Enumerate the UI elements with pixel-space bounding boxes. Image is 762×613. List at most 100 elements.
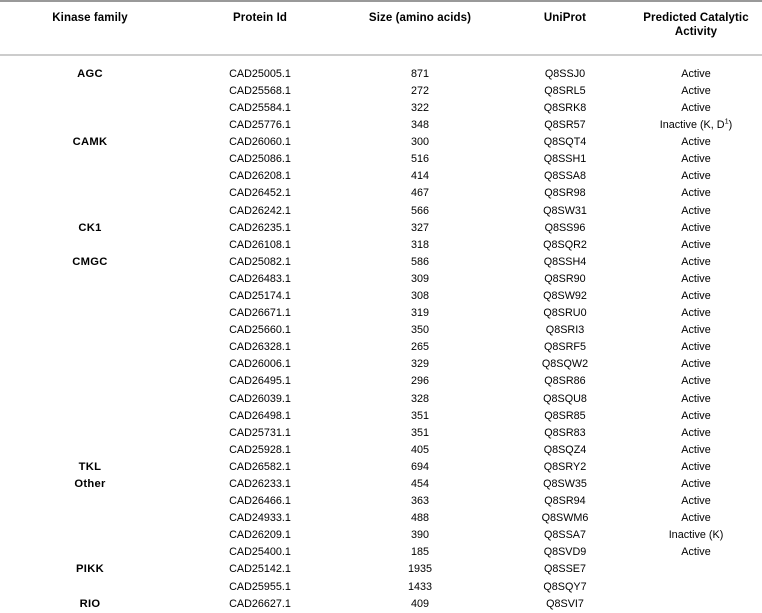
cell-kinase-family [0,100,180,117]
cell-size: 566 [410,204,429,217]
cell-kinase-family [0,185,180,202]
cell-uniprot: Q8SW35 [543,478,587,490]
cell-protein-id: CAD26060.1 [229,136,291,149]
table-row: CAD25568.1 272 Q8SRL5 Active [0,83,762,100]
kinase-family-table: Kinase family Protein Id Size (amino aci… [0,0,762,613]
cell-size: 327 [410,221,429,234]
cell-kinase-family: PIKK [76,563,104,576]
table-row: Other CAD26233.1 454 Q8SW35 Active [0,476,762,493]
cell-uniprot: Q8SR57 [544,119,586,132]
cell-size: 348 [410,119,429,132]
table-row: CAD26208.1 414 Q8SSA8 Active [0,168,762,185]
table-row: CAD25955.1 1433 Q8SQY7 [0,579,762,596]
table-row: CAD25584.1 322 Q8SRK8 Active [0,100,762,117]
cell-kinase-family [0,493,180,510]
table-row: CK1 CAD26235.1 327 Q8SS96 Active [0,220,762,237]
cell-size: 328 [410,392,429,405]
cell-kinase-family: RIO [79,597,101,610]
cell-predicted-activity: Active [681,341,711,354]
cell-kinase-family [0,425,180,442]
cell-protein-id: CAD25660.1 [229,324,291,337]
cell-protein-id: CAD25584.1 [229,101,291,114]
cell-predicted-activity: Active [681,460,711,473]
cell-predicted-activity: Active [681,136,711,149]
cell-size: 414 [410,170,429,183]
column-header-size: Size (amino acids) [368,12,472,24]
cell-uniprot: Q8SQR2 [543,238,587,251]
cell-uniprot: Q8SSH4 [543,255,587,268]
cell-uniprot: Q8SR86 [544,375,586,388]
cell-predicted-activity [630,596,762,613]
cell-size: 454 [410,478,429,490]
footnote-marker: 1 [724,116,729,126]
cell-protein-id: CAD25005.1 [229,67,291,80]
cell-kinase-family: AGC [77,67,103,80]
cell-protein-id: CAD26108.1 [229,238,291,251]
cell-protein-id: CAD26328.1 [229,341,291,354]
cell-protein-id: CAD25568.1 [229,84,291,97]
cell-uniprot: Q8SQU8 [543,392,587,405]
cell-uniprot: Q8SRU0 [543,307,587,320]
cell-size: 350 [410,324,429,337]
cell-predicted-activity: Active [681,409,711,422]
cell-predicted-activity: Active [681,512,711,525]
column-header-uniprot: UniProt [543,12,587,24]
table-row: PIKK CAD25142.1 1935 Q8SSE7 [0,561,762,578]
cell-kinase-family [0,527,180,544]
cell-predicted-activity: Active [681,307,711,320]
table-row: CAD26039.1 328 Q8SQU8 Active [0,391,762,408]
cell-protein-id: CAD26495.1 [229,375,291,388]
table-row: TKL CAD26582.1 694 Q8SRY2 Active [0,459,762,476]
table-row: CAD24933.1 488 Q8SWM6 Active [0,510,762,527]
cell-kinase-family [0,579,180,596]
cell-size: 694 [410,460,429,473]
table-row: CAD26495.1 296 Q8SR86 Active [0,373,762,390]
cell-size: 363 [410,495,429,508]
cell-uniprot: Q8SR90 [544,272,586,285]
cell-protein-id: CAD26209.1 [229,529,291,542]
cell-uniprot: Q8SQY7 [543,580,587,593]
cell-size: 265 [410,341,429,354]
table-row: CAD26671.1 319 Q8SRU0 Active [0,305,762,322]
cell-uniprot: Q8SS96 [544,221,586,234]
table-row: CAD26466.1 363 Q8SR94 Active [0,493,762,510]
cell-predicted-activity: Active [681,255,711,268]
cell-size: 318 [410,238,429,251]
cell-protein-id: CAD26233.1 [229,478,291,490]
table-row: AGC CAD25005.1 871 Q8SSJ0 Active [0,55,762,83]
cell-protein-id: CAD25928.1 [229,443,291,456]
table-row: CAD26209.1 390 Q8SSA7 Inactive (K) [0,527,762,544]
cell-kinase-family: CK1 [78,221,102,234]
table-row: CAD25928.1 405 Q8SQZ4 Active [0,442,762,459]
cell-predicted-activity: Active [681,101,711,114]
cell-protein-id: CAD26039.1 [229,392,291,405]
cell-kinase-family [0,271,180,288]
cell-predicted-activity [630,561,762,578]
table-row: CAD26452.1 467 Q8SR98 Active [0,185,762,202]
cell-protein-id: CAD26242.1 [229,204,291,217]
cell-size: 1433 [407,580,433,593]
cell-size: 322 [410,101,429,114]
column-header-kinase-family: Kinase family [52,12,128,24]
cell-uniprot: Q8SSH1 [543,153,587,166]
cell-kinase-family: TKL [78,460,102,473]
cell-uniprot: Q8SQW2 [541,358,589,371]
cell-protein-id: CAD25776.1 [229,119,291,132]
cell-protein-id: CAD25174.1 [229,289,291,302]
cell-size: 309 [410,272,429,285]
cell-predicted-activity: Inactive (K) [668,529,724,542]
cell-kinase-family [0,408,180,425]
cell-size: 296 [410,375,429,388]
cell-size: 488 [410,512,429,525]
column-header-protein-id: Protein Id [232,12,288,24]
cell-uniprot: Q8SRF5 [543,341,586,354]
cell-protein-id: CAD26671.1 [229,307,291,320]
cell-predicted-activity: Active [681,272,711,285]
cell-size: 871 [410,67,429,80]
cell-size: 516 [410,153,429,166]
cell-protein-id: CAD25142.1 [229,563,291,576]
cell-uniprot: Q8SSJ0 [544,67,586,80]
cell-protein-id: CAD26208.1 [229,170,291,183]
cell-predicted-activity: Active [681,204,711,217]
cell-uniprot: Q8SSA7 [543,529,586,542]
